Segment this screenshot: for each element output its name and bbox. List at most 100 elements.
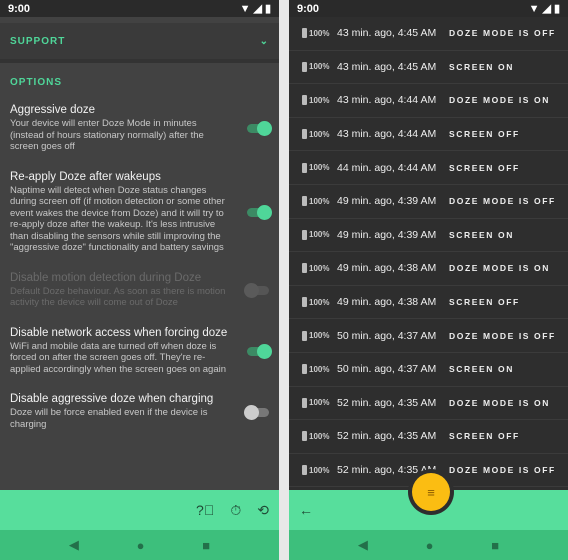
recents-nav-icon[interactable]: ■ [491, 538, 499, 553]
event-row: 100% 50 min. ago, 4:37 AM DOZE MODE IS O… [289, 319, 568, 353]
event-type: SCREEN ON [449, 364, 514, 375]
event-type: DOZE MODE IS OFF [449, 28, 556, 39]
option-item[interactable]: Disable aggressive doze when charging Do… [0, 393, 279, 430]
home-nav-icon[interactable]: ● [137, 538, 145, 553]
battery-icon [302, 162, 307, 173]
event-row: 100% 43 min. ago, 4:44 AM SCREEN OFF [289, 118, 568, 152]
option-toggle[interactable] [247, 343, 272, 359]
battery-level: 100% [309, 297, 330, 307]
option-toggle[interactable] [247, 121, 272, 137]
home-nav-icon[interactable]: ● [426, 538, 434, 553]
battery-level: 100% [309, 465, 330, 475]
event-row: 100% 43 min. ago, 4:45 AM DOZE MODE IS O… [289, 17, 568, 51]
battery-icon [302, 330, 307, 341]
support-section[interactable]: SUPPORT ⌄ [0, 23, 279, 63]
battery-icon [302, 364, 307, 375]
battery-icon: ▮ [553, 3, 560, 15]
status-bar: 9:00 ▼ ◢ ▮ [0, 0, 279, 17]
event-time: 43 min. ago, 4:45 AM [337, 60, 437, 73]
battery-icon [302, 297, 307, 308]
battery-icon [302, 95, 307, 106]
event-row: 100% 49 min. ago, 4:38 AM DOZE MODE IS O… [289, 252, 568, 286]
event-row: 100% 50 min. ago, 4:37 AM SCREEN ON [289, 353, 568, 387]
back-nav-icon[interactable]: ◀ [358, 537, 368, 553]
event-type: DOZE MODE IS ON [449, 95, 550, 106]
status-bar: 9:00 ▼ ◢ ▮ [289, 0, 568, 17]
system-nav-bar: ◀ ● ■ [289, 530, 568, 560]
battery-icon: ▮ [264, 3, 271, 15]
event-row: 100% 52 min. ago, 4:35 AM SCREEN OFF [289, 420, 568, 454]
event-type: DOZE MODE IS OFF [449, 196, 556, 207]
event-time: 43 min. ago, 4:44 AM [337, 94, 437, 107]
restore-icon[interactable]: ⟲ [257, 502, 269, 519]
event-row: 100% 52 min. ago, 4:35 AM DOZE MODE IS O… [289, 387, 568, 421]
event-row: 100% 49 min. ago, 4:38 AM SCREEN OFF [289, 286, 568, 320]
recents-nav-icon[interactable]: ■ [202, 538, 210, 553]
history-screen: 9:00 ▼ ◢ ▮ 100% 43 min. ago, 4:45 AM DOZE … [289, 0, 568, 560]
battery-level: 100% [309, 163, 330, 173]
battery-icon [302, 196, 307, 207]
event-time: 49 min. ago, 4:38 AM [337, 296, 437, 309]
event-row: 100% 43 min. ago, 4:44 AM DOZE MODE IS O… [289, 84, 568, 118]
battery-level: 100% [309, 263, 330, 273]
event-row: 100% 44 min. ago, 4:44 AM SCREEN OFF [289, 151, 568, 185]
battery-level: 100% [309, 62, 330, 72]
option-item[interactable]: Aggressive doze Your device will enter D… [0, 104, 279, 153]
status-time: 9:00 [297, 2, 320, 15]
option-title: Disable aggressive doze when charging [10, 393, 214, 405]
event-type: SCREEN OFF [449, 162, 520, 173]
help-icon[interactable]: ?⃝ [196, 502, 214, 518]
battery-level: 100% [309, 196, 330, 206]
signal-icon: ◢ [253, 3, 262, 15]
event-time: 43 min. ago, 4:44 AM [337, 128, 437, 141]
option-title: Re-apply Doze after wakeups [10, 170, 161, 183]
option-toggle [244, 283, 269, 298]
option-description: Naptime will detect when Doze status cha… [10, 184, 225, 254]
event-type: DOZE MODE IS ON [449, 263, 550, 274]
timer-icon[interactable]: ⏱ [230, 502, 241, 519]
event-time: 43 min. ago, 4:45 AM [337, 27, 437, 40]
option-description: WiFi and mobile data are turned off when… [10, 340, 227, 375]
wifi-icon: ▼ [528, 2, 540, 15]
status-time: 9:00 [8, 2, 31, 15]
battery-icon [302, 129, 307, 140]
battery-icon [302, 397, 307, 408]
option-title: Aggressive doze [10, 104, 96, 116]
event-list[interactable]: 100% 43 min. ago, 4:45 AM DOZE MODE IS O… [289, 17, 568, 488]
filter-fab[interactable]: ≡ [412, 473, 450, 511]
option-title: Disable motion detection during Doze [10, 271, 202, 284]
event-type: DOZE MODE IS OFF [449, 465, 556, 476]
event-time: 52 min. ago, 4:35 AM [337, 396, 437, 409]
event-type: SCREEN OFF [449, 297, 520, 308]
event-time: 50 min. ago, 4:37 AM [337, 329, 437, 342]
battery-level: 100% [309, 230, 330, 240]
option-description: Doze will be force enabled even if the d… [10, 407, 208, 430]
settings-screen: 9:00 ▼ ◢ ▮ SUPPORT ⌄ OPTIONS Aggressive do… [0, 0, 279, 560]
event-time: 49 min. ago, 4:38 AM [337, 262, 437, 275]
battery-icon [302, 263, 307, 274]
back-arrow-icon[interactable]: ← [299, 502, 313, 518]
chevron-down-icon[interactable]: ⌄ [260, 36, 269, 47]
battery-icon [302, 465, 307, 476]
battery-icon [302, 431, 307, 442]
event-type: SCREEN ON [449, 229, 514, 240]
battery-level: 100% [309, 331, 330, 341]
option-item[interactable]: Re-apply Doze after wakeups Naptime will… [0, 171, 279, 254]
event-type: DOZE MODE IS OFF [449, 330, 556, 341]
event-type: SCREEN OFF [449, 129, 520, 140]
list-icon: ≡ [427, 484, 435, 500]
event-type: SCREEN ON [449, 61, 514, 72]
battery-icon [302, 61, 307, 72]
event-row: 100% 43 min. ago, 4:45 AM SCREEN ON [289, 51, 568, 85]
battery-icon [302, 28, 307, 39]
option-toggle[interactable] [244, 404, 269, 420]
battery-level: 100% [309, 129, 330, 139]
event-row: 100% 49 min. ago, 4:39 AM SCREEN ON [289, 219, 568, 253]
battery-level: 100% [309, 431, 330, 441]
event-type: SCREEN OFF [449, 431, 520, 442]
support-label: SUPPORT [10, 35, 66, 47]
option-item[interactable]: Disable network access when forcing doze… [0, 327, 279, 376]
option-toggle[interactable] [247, 205, 272, 220]
back-nav-icon[interactable]: ◀ [69, 537, 79, 553]
battery-level: 100% [309, 398, 330, 408]
